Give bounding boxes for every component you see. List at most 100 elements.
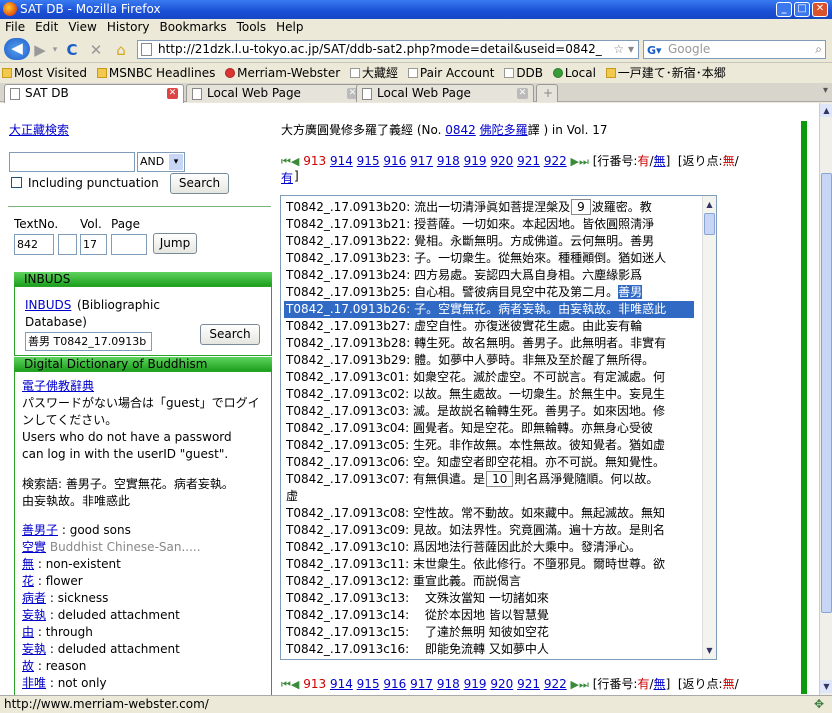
dict-term-link[interactable]: 妄執 bbox=[22, 608, 46, 622]
menu-history[interactable]: History bbox=[102, 20, 155, 34]
search-input[interactable] bbox=[9, 152, 135, 172]
page-link[interactable]: 915 bbox=[357, 154, 380, 168]
page-link[interactable]: 920 bbox=[490, 154, 513, 168]
bookmark-local[interactable]: Local bbox=[552, 66, 596, 80]
textno-suffix-input[interactable] bbox=[58, 234, 77, 255]
kaeri-on-link[interactable]: 有 bbox=[281, 169, 293, 186]
kaeri-off[interactable]: 無 bbox=[723, 677, 735, 691]
maximize-icon[interactable]: □ bbox=[794, 2, 810, 17]
history-dropdown-icon[interactable]: ▾ bbox=[50, 40, 60, 60]
dict-term-link[interactable]: 善男子 bbox=[22, 523, 58, 537]
dict-term-link[interactable]: 由 bbox=[22, 625, 34, 639]
addon-icon[interactable]: ✥ bbox=[814, 696, 824, 713]
menu-tools[interactable]: Tools bbox=[232, 20, 272, 34]
bookmark-housing[interactable]: 一戸建て･新宿･本郷 bbox=[605, 66, 726, 80]
page-link[interactable]: 914 bbox=[330, 677, 353, 691]
next-page-icon[interactable]: ▶ bbox=[571, 678, 579, 691]
menu-edit[interactable]: Edit bbox=[30, 20, 63, 34]
dict-term-link[interactable]: 病者 bbox=[22, 591, 46, 605]
forward-icon[interactable]: ▶ bbox=[31, 40, 49, 60]
page-link[interactable]: 917 bbox=[410, 677, 433, 691]
scroll-down-icon[interactable]: ▼ bbox=[820, 680, 832, 693]
menu-bookmarks[interactable]: Bookmarks bbox=[155, 20, 232, 34]
page-scrollbar[interactable]: ▲ ▼ bbox=[819, 103, 832, 695]
scroll-up-icon[interactable]: ▲ bbox=[820, 104, 832, 117]
title-bar[interactable]: SAT DB - Mozilla Firefox _ □ ✕ bbox=[0, 0, 832, 19]
dict-term-link[interactable]: 花 bbox=[22, 574, 34, 588]
dict-term-link[interactable]: 非唯 bbox=[22, 676, 46, 690]
magnifier-icon[interactable]: ⌕ bbox=[815, 41, 822, 58]
bookmark-daizokyo[interactable]: 大藏經 bbox=[350, 66, 398, 80]
stop-icon[interactable]: ✕ bbox=[86, 40, 106, 60]
new-tab-button[interactable]: + bbox=[536, 84, 558, 102]
vol-input[interactable]: 17 bbox=[80, 234, 107, 255]
page-link[interactable]: 916 bbox=[383, 677, 406, 691]
ddb-link[interactable]: 電子佛教辭典 bbox=[22, 378, 94, 394]
page-link[interactable]: 922 bbox=[544, 154, 567, 168]
dict-term-link[interactable]: 空實 bbox=[22, 540, 46, 554]
page-link[interactable]: 918 bbox=[437, 677, 460, 691]
punctuation-checkbox[interactable] bbox=[11, 177, 22, 188]
tab-list-icon[interactable]: ▾ bbox=[823, 85, 828, 96]
tab-local-web-page-1[interactable]: Local Web Page ✕ bbox=[186, 84, 364, 102]
scroll-up-icon[interactable]: ▲ bbox=[703, 198, 716, 211]
search-button[interactable]: Search bbox=[170, 173, 229, 194]
dict-term-link[interactable]: 故 bbox=[22, 659, 34, 673]
lineno-off-link[interactable]: 無 bbox=[654, 154, 666, 168]
page-link[interactable]: 919 bbox=[464, 154, 487, 168]
page-link[interactable]: 914 bbox=[330, 154, 353, 168]
google-icon[interactable]: G▾ bbox=[647, 42, 662, 59]
textno-input[interactable]: 842 bbox=[14, 234, 54, 255]
lineno-off-link[interactable]: 無 bbox=[654, 677, 666, 691]
dict-term-link[interactable]: 妄執 bbox=[22, 642, 46, 656]
search-bar[interactable]: G▾ Google ⌕ bbox=[643, 40, 826, 59]
bookmark-ddb[interactable]: DDB bbox=[504, 66, 543, 80]
next-page-icon[interactable]: ▶ bbox=[571, 155, 579, 168]
page-link[interactable]: 918 bbox=[437, 154, 460, 168]
page-link[interactable]: 915 bbox=[357, 677, 380, 691]
last-page-icon[interactable]: ⏭ bbox=[579, 155, 589, 168]
menu-help[interactable]: Help bbox=[271, 20, 308, 34]
back-icon[interactable]: ◀ bbox=[4, 38, 30, 60]
tab-sat-db[interactable]: SAT DB ✕ bbox=[4, 84, 184, 103]
translator-link[interactable]: 佛陀多羅 bbox=[480, 123, 528, 137]
kaeri-off[interactable]: 無 bbox=[723, 154, 735, 168]
page-link[interactable]: 917 bbox=[410, 154, 433, 168]
prev-page-icon[interactable]: ◀ bbox=[291, 155, 299, 168]
page-link[interactable]: 916 bbox=[383, 154, 406, 168]
menu-file[interactable]: File bbox=[0, 20, 30, 34]
scroll-down-icon[interactable]: ▼ bbox=[703, 644, 716, 657]
inbuds-input[interactable]: 善男 T0842_17.0913b bbox=[25, 332, 152, 351]
jump-button[interactable]: Jump bbox=[153, 233, 197, 254]
bookmark-pair-account[interactable]: Pair Account bbox=[407, 66, 494, 80]
page-link[interactable]: 921 bbox=[517, 677, 540, 691]
prev-page-icon[interactable]: ◀ bbox=[291, 678, 299, 691]
home-icon[interactable]: ⌂ bbox=[111, 40, 131, 60]
first-page-icon[interactable]: ⏮ bbox=[281, 678, 291, 691]
page-input[interactable] bbox=[111, 234, 147, 255]
page-link[interactable]: 921 bbox=[517, 154, 540, 168]
and-select[interactable]: AND ▾ bbox=[137, 152, 185, 172]
close-icon[interactable]: ✕ bbox=[812, 2, 828, 17]
bookmark-msnbc[interactable]: MSNBC Headlines bbox=[96, 66, 215, 80]
page-link[interactable]: 919 bbox=[464, 677, 487, 691]
lineno-on[interactable]: 有 bbox=[637, 677, 649, 691]
first-page-icon[interactable]: ⏮ bbox=[281, 155, 291, 168]
reload-icon[interactable]: C bbox=[62, 40, 82, 60]
bookmark-most-visited[interactable]: Most Visited bbox=[2, 66, 87, 80]
text-scrollbar[interactable]: ▲ ▼ bbox=[702, 196, 716, 659]
taisho-search-link[interactable]: 大正藏検索 bbox=[9, 121, 69, 138]
bookmark-merriam-webster[interactable]: Merriam-Webster bbox=[225, 66, 340, 80]
scroll-thumb[interactable] bbox=[704, 213, 715, 235]
tab-close-icon[interactable]: ✕ bbox=[167, 88, 178, 99]
scroll-thumb[interactable] bbox=[821, 173, 832, 613]
menu-view[interactable]: View bbox=[63, 20, 101, 34]
sutra-text-area[interactable]: T0842_.17.0913b20: 流出一切清淨眞如菩提涅槃及 9 波羅密。教 T… bbox=[280, 195, 717, 660]
page-link[interactable]: 920 bbox=[490, 677, 513, 691]
page-link[interactable]: 922 bbox=[544, 677, 567, 691]
bookmark-star-icon[interactable]: ☆ ▾ bbox=[613, 41, 634, 58]
text-number-link[interactable]: 0842 bbox=[445, 123, 476, 137]
lineno-on[interactable]: 有 bbox=[637, 154, 649, 168]
inbuds-link[interactable]: INBUDS bbox=[25, 298, 71, 312]
url-bar[interactable]: http://21dzk.l.u-tokyo.ac.jp/SAT/ddb-sat… bbox=[137, 40, 639, 59]
